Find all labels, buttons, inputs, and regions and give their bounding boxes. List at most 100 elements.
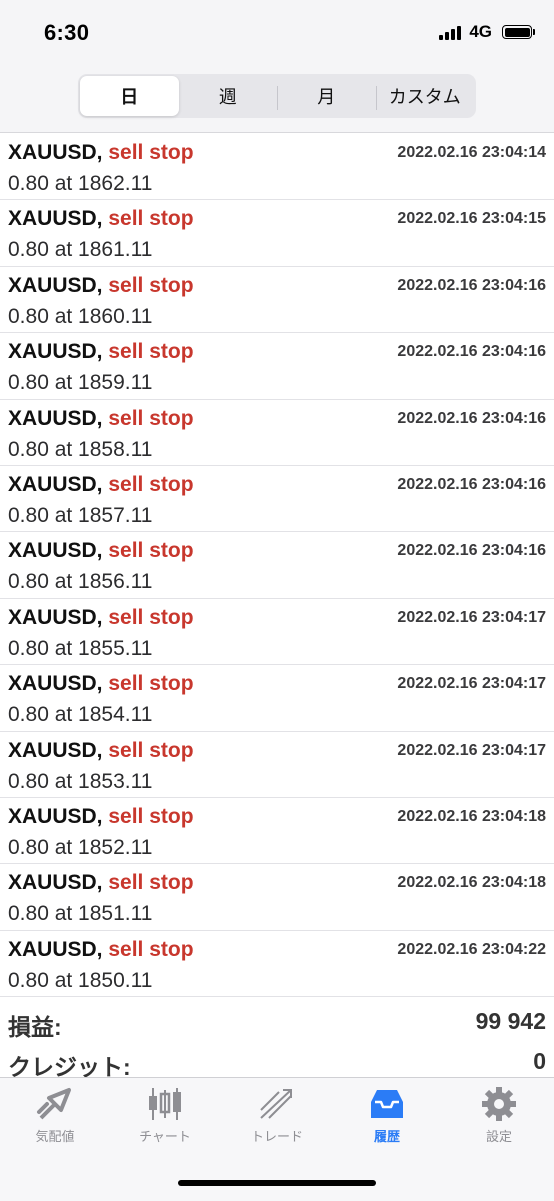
order-detail: 0.80 at 1860.11 xyxy=(8,304,153,328)
order-symbol: XAUUSD, xyxy=(8,141,103,164)
order-row[interactable]: XAUUSD, sell stop 2022.02.16 23:04:15 0.… xyxy=(0,200,554,267)
history-icon xyxy=(371,1090,403,1118)
order-symbol: XAUUSD, xyxy=(8,340,103,364)
order-timestamp: 2022.02.16 23:04:16 xyxy=(397,276,546,294)
status-indicators: 4G xyxy=(439,22,535,42)
tab-trade[interactable]: トレード xyxy=(222,1086,332,1156)
credit-row: クレジット: 0 xyxy=(0,1040,554,1080)
order-type: sell stop xyxy=(108,804,194,828)
home-indicator[interactable] xyxy=(178,1180,376,1186)
tab-chart[interactable]: チャート xyxy=(110,1086,220,1156)
order-type: sell stop xyxy=(108,738,194,762)
order-type: sell stop xyxy=(108,141,194,164)
order-symbol: XAUUSD, xyxy=(8,672,103,696)
order-detail: 0.80 at 1854.11 xyxy=(8,703,153,727)
credit-value: 0 xyxy=(533,1048,546,1074)
profit-label: 損益: xyxy=(8,1014,62,1040)
order-symbol: XAUUSD, xyxy=(8,871,103,895)
order-row[interactable]: XAUUSD, sell stop 2022.02.16 23:04:17 0.… xyxy=(0,665,554,732)
settings-icon xyxy=(482,1087,516,1121)
order-symbol: XAUUSD, xyxy=(8,207,103,231)
order-timestamp: 2022.02.16 23:04:17 xyxy=(397,608,546,626)
order-type: sell stop xyxy=(108,273,194,297)
order-history-list: XAUUSD, sell stop 2022.02.16 23:04:14 0.… xyxy=(0,134,554,998)
order-detail: 0.80 at 1859.11 xyxy=(8,371,153,395)
chart-icon xyxy=(149,1088,181,1120)
tab-trade-label: トレード xyxy=(250,1129,303,1144)
segment-custom[interactable]: カスタム xyxy=(375,76,475,116)
order-row[interactable]: XAUUSD, sell stop 2022.02.16 23:04:18 0.… xyxy=(0,798,554,865)
order-detail: 0.80 at 1862.11 xyxy=(8,172,153,195)
order-type: sell stop xyxy=(108,207,194,231)
order-row[interactable]: XAUUSD, sell stop 2022.02.16 23:04:16 0.… xyxy=(0,267,554,334)
order-detail: 0.80 at 1861.11 xyxy=(8,238,153,262)
order-timestamp: 2022.02.16 23:04:16 xyxy=(397,475,546,493)
order-timestamp: 2022.02.16 23:04:14 xyxy=(397,144,546,161)
order-type: sell stop xyxy=(108,406,194,430)
order-type: sell stop xyxy=(108,871,194,895)
order-timestamp: 2022.02.16 23:04:18 xyxy=(397,874,546,892)
period-segmented-control: 日 週 月 カスタム xyxy=(78,74,476,118)
account-summary: 損益: 99 942 クレジット: 0 xyxy=(0,1000,554,1080)
tab-settings[interactable]: 設定 xyxy=(444,1086,554,1156)
profit-row: 損益: 99 942 xyxy=(0,1000,554,1040)
order-symbol: XAUUSD, xyxy=(8,804,103,828)
quotes-icon xyxy=(37,1088,71,1120)
segment-day[interactable]: 日 xyxy=(80,76,179,116)
order-symbol: XAUUSD, xyxy=(8,605,103,629)
profit-value: 99 942 xyxy=(475,1008,546,1034)
order-detail: 0.80 at 1852.11 xyxy=(8,835,153,859)
order-row[interactable]: XAUUSD, sell stop 2022.02.16 23:04:18 0.… xyxy=(0,864,554,931)
status-bar: 6:30 4G xyxy=(0,0,554,66)
order-timestamp: 2022.02.16 23:04:15 xyxy=(397,210,546,228)
order-detail: 0.80 at 1851.11 xyxy=(8,902,153,926)
order-row[interactable]: XAUUSD, sell stop 2022.02.16 23:04:16 0.… xyxy=(0,466,554,533)
order-row[interactable]: XAUUSD, sell stop 2022.02.16 23:04:17 0.… xyxy=(0,732,554,798)
order-row[interactable]: XAUUSD, sell stop 2022.02.16 23:04:16 0.… xyxy=(0,333,554,400)
order-symbol: XAUUSD, xyxy=(8,406,103,430)
order-detail: 0.80 at 1853.11 xyxy=(8,769,153,793)
order-row[interactable]: XAUUSD, sell stop 2022.02.16 23:04:16 0.… xyxy=(0,532,554,599)
trade-icon xyxy=(260,1089,292,1119)
order-timestamp: 2022.02.16 23:04:16 xyxy=(397,409,546,427)
signal-icon xyxy=(439,24,462,40)
order-type: sell stop xyxy=(108,472,194,496)
order-detail: 0.80 at 1858.11 xyxy=(8,437,153,461)
tab-settings-label: 設定 xyxy=(485,1129,512,1144)
tab-quotes[interactable]: 気配値 xyxy=(0,1086,110,1156)
order-timestamp: 2022.02.16 23:04:16 xyxy=(397,542,546,560)
order-symbol: XAUUSD, xyxy=(8,937,103,961)
order-symbol: XAUUSD, xyxy=(8,738,103,762)
order-row[interactable]: XAUUSD, sell stop 2022.02.16 23:04:22 0.… xyxy=(0,931,554,998)
order-type: sell stop xyxy=(108,539,194,563)
order-detail: 0.80 at 1857.11 xyxy=(8,503,153,527)
order-type: sell stop xyxy=(108,605,194,629)
status-time: 6:30 xyxy=(44,20,90,45)
order-timestamp: 2022.02.16 23:04:22 xyxy=(397,940,546,958)
segment-month[interactable]: 月 xyxy=(277,76,376,116)
order-detail: 0.80 at 1856.11 xyxy=(8,570,153,594)
order-timestamp: 2022.02.16 23:04:17 xyxy=(397,741,546,759)
order-symbol: XAUUSD, xyxy=(8,472,103,496)
order-row[interactable]: XAUUSD, sell stop 2022.02.16 23:04:17 0.… xyxy=(0,599,554,666)
order-detail: 0.80 at 1850.11 xyxy=(8,968,153,992)
order-type: sell stop xyxy=(108,340,194,364)
tab-history[interactable]: 履歴 xyxy=(332,1086,442,1156)
order-timestamp: 2022.02.16 23:04:16 xyxy=(397,343,546,361)
order-row[interactable]: XAUUSD, sell stop 2022.02.16 23:04:16 0.… xyxy=(0,400,554,466)
tab-history-label: 履歴 xyxy=(373,1129,400,1144)
period-selector-bar: 日 週 月 カスタム xyxy=(0,66,554,133)
order-timestamp: 2022.02.16 23:04:17 xyxy=(397,675,546,693)
battery-icon xyxy=(502,25,535,39)
tab-quotes-label: 気配値 xyxy=(35,1129,75,1144)
order-detail: 0.80 at 1855.11 xyxy=(8,636,153,660)
order-symbol: XAUUSD, xyxy=(8,273,103,297)
order-row[interactable]: XAUUSD, sell stop 2022.02.16 23:04:14 0.… xyxy=(0,134,554,201)
segment-week[interactable]: 週 xyxy=(179,76,278,116)
order-timestamp: 2022.02.16 23:04:18 xyxy=(397,807,546,825)
tab-chart-label: チャート xyxy=(139,1129,191,1144)
order-symbol: XAUUSD, xyxy=(8,539,103,563)
network-label: 4G xyxy=(469,22,492,41)
order-type: sell stop xyxy=(108,937,194,961)
order-type: sell stop xyxy=(108,672,194,696)
